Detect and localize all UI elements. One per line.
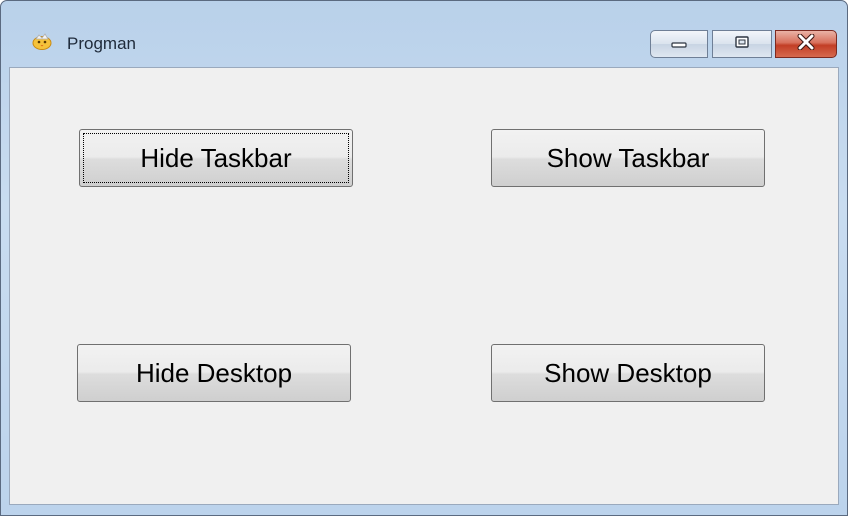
window-title: Progman	[67, 34, 136, 53]
hide-taskbar-button[interactable]: Hide Taskbar	[79, 129, 353, 187]
chick-icon	[31, 32, 53, 50]
client-area: Hide Taskbar Show Taskbar Hide Desktop S…	[9, 67, 839, 505]
close-icon	[796, 33, 816, 55]
progman-window: Progman Hide Taskbar Show Taskbar Hide D…	[0, 0, 848, 516]
close-button[interactable]	[775, 30, 837, 58]
minimize-button[interactable]	[650, 30, 708, 58]
minimize-icon	[670, 35, 688, 53]
show-desktop-button[interactable]: Show Desktop	[491, 344, 765, 402]
show-taskbar-button[interactable]: Show Taskbar	[491, 129, 765, 187]
restore-icon	[734, 35, 750, 54]
title-bar[interactable]: Progman	[1, 1, 847, 67]
maximize-button[interactable]	[712, 30, 772, 58]
hide-desktop-button[interactable]: Hide Desktop	[77, 344, 351, 402]
